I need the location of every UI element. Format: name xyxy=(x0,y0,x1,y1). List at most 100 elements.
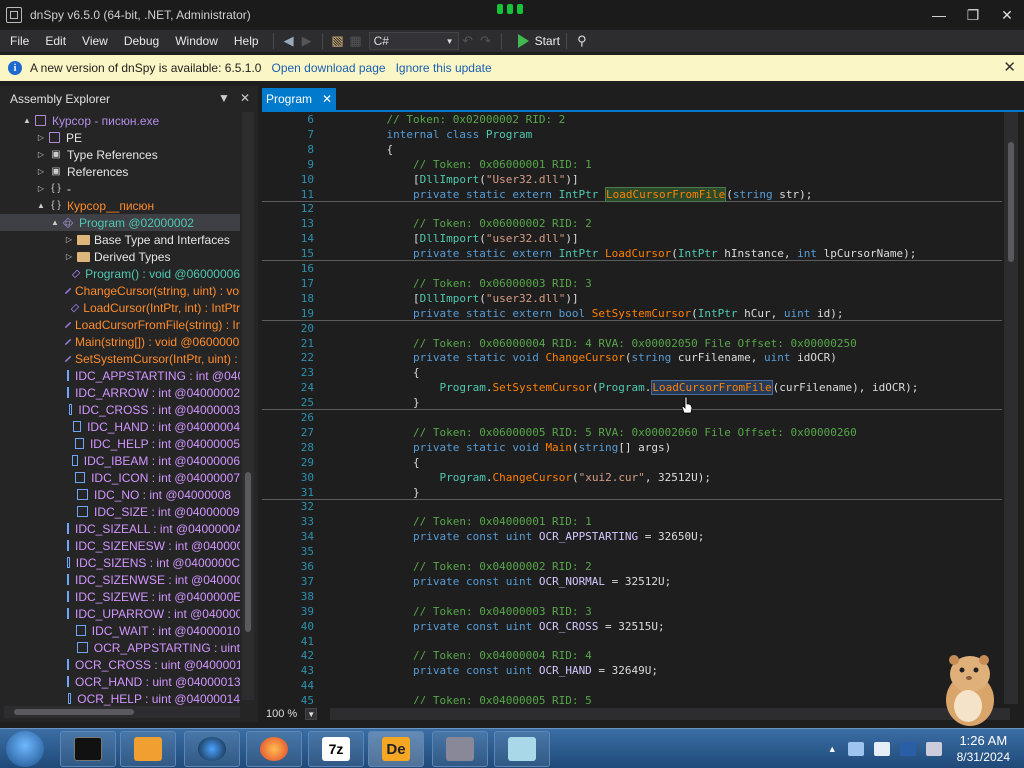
tree-item[interactable]: IDC_IBEAM : int @04000006 xyxy=(0,452,240,469)
tree-item[interactable]: IDC_HAND : int @04000004 xyxy=(0,418,240,435)
search-icon[interactable]: ⚲ xyxy=(573,32,591,50)
code-line[interactable]: 39 // Token: 0x04000003 RID: 3 xyxy=(262,604,1002,619)
tree-item[interactable]: IDC_CROSS : int @04000003 xyxy=(0,401,240,418)
code-line[interactable]: 12 xyxy=(262,201,1002,216)
code-line[interactable]: 27 // Token: 0x06000005 RID: 5 RVA: 0x00… xyxy=(262,425,1002,440)
code-line[interactable]: 36 // Token: 0x04000002 RID: 2 xyxy=(262,559,1002,574)
tree-item[interactable]: Program() : void @06000006 xyxy=(0,265,240,282)
code-line[interactable]: 22 private static void ChangeCursor(stri… xyxy=(262,350,1002,365)
save-icon[interactable]: ▦ xyxy=(347,32,365,50)
tree-item[interactable]: IDC_HELP : int @04000005 xyxy=(0,435,240,452)
tree-item[interactable]: IDC_SIZEWE : int @0400000E xyxy=(0,588,240,605)
code-line[interactable]: 40 private const uint OCR_CROSS = 32515U… xyxy=(262,619,1002,634)
tree-expander-icon[interactable]: ▷ xyxy=(36,167,46,176)
close-button[interactable]: ✕ xyxy=(990,0,1024,30)
taskbar-terminal[interactable] xyxy=(60,731,116,767)
tree-item[interactable]: ChangeCursor(string, uint) : void xyxy=(0,282,240,299)
code-line[interactable]: 34 private const uint OCR_APPSTARTING = … xyxy=(262,529,1002,544)
tree-item[interactable]: SetSystemCursor(IntPtr, uint) : bool xyxy=(0,350,240,367)
tree-expander-icon[interactable]: ▷ xyxy=(36,184,46,193)
code-line[interactable]: 20 xyxy=(262,321,1002,336)
taskbar-clock[interactable]: 1:26 AM 8/31/2024 xyxy=(957,733,1010,765)
menu-view[interactable]: View xyxy=(74,34,116,48)
tree-item[interactable]: ▷ ▣ Type References xyxy=(0,146,240,163)
tray-expand-icon[interactable]: ▲ xyxy=(828,744,837,754)
menu-debug[interactable]: Debug xyxy=(116,34,167,48)
taskbar-7zip[interactable]: 7z xyxy=(308,731,364,767)
tree-item[interactable]: OCR_CROSS : uint @04000012 xyxy=(0,656,240,673)
code-line[interactable]: 29 { xyxy=(262,455,1002,470)
tree-item[interactable]: IDC_ICON : int @04000007 xyxy=(0,469,240,486)
code-line[interactable]: 35 xyxy=(262,544,1002,559)
editor-vertical-scrollbar[interactable] xyxy=(1004,112,1018,704)
zoom-control[interactable]: 100 % ▼ xyxy=(262,706,322,722)
code-line[interactable]: 9 // Token: 0x06000001 RID: 1 xyxy=(262,157,1002,172)
tree-item[interactable]: IDC_NO : int @04000008 xyxy=(0,486,240,503)
tree-item[interactable]: LoadCursor(IntPtr, int) : IntPtr xyxy=(0,299,240,316)
code-line[interactable]: 13 // Token: 0x06000002 RID: 2 xyxy=(262,216,1002,231)
tree-expander-icon[interactable]: ▲ xyxy=(22,116,32,125)
code-line[interactable]: 32 xyxy=(262,499,1002,514)
back-icon[interactable]: ◀ xyxy=(280,32,298,50)
code-line[interactable]: 30 Program.ChangeCursor("xui2.cur", 3251… xyxy=(262,470,1002,485)
tree-item[interactable]: Main(string[]) : void @06000005 xyxy=(0,333,240,350)
code-line[interactable]: 26 xyxy=(262,410,1002,425)
tree-expander-icon[interactable]: ▷ xyxy=(36,133,46,142)
tray-network-icon[interactable] xyxy=(847,742,864,756)
code-line[interactable]: 37 private const uint OCR_NORMAL = 32512… xyxy=(262,574,1002,589)
taskbar-globe[interactable] xyxy=(184,731,240,767)
tree-item[interactable]: IDC_SIZE : int @04000009 xyxy=(0,503,240,520)
code-line[interactable]: 17 // Token: 0x06000003 RID: 3 xyxy=(262,276,1002,291)
taskbar-media-player[interactable] xyxy=(120,731,176,767)
explorer-vertical-scrollbar[interactable] xyxy=(242,112,254,700)
tree-item[interactable]: OCR_HAND : uint @04000013 xyxy=(0,673,240,690)
tree-item[interactable]: ▷ { } - xyxy=(0,180,240,197)
tree-item[interactable]: OCR_HELP : uint @04000014 xyxy=(0,690,240,706)
forward-icon[interactable]: ▶ xyxy=(298,32,316,50)
tray-display-icon[interactable] xyxy=(899,742,916,756)
maximize-button[interactable]: ❐ xyxy=(956,0,990,30)
tree-item[interactable]: IDC_SIZENWSE : int @0400000D xyxy=(0,571,240,588)
minimize-button[interactable]: — xyxy=(922,0,956,30)
code-line[interactable]: 8 { xyxy=(262,142,1002,157)
open-folder-icon[interactable]: ▧ xyxy=(329,32,347,50)
code-line[interactable]: 38 xyxy=(262,589,1002,604)
menu-help[interactable]: Help xyxy=(226,34,267,48)
editor-horizontal-scrollbar[interactable] xyxy=(330,708,1010,720)
tray-monitor-icon[interactable] xyxy=(873,742,890,756)
tab-program[interactable]: Program ✕ xyxy=(262,88,336,110)
tree-expander-icon[interactable]: ▷ xyxy=(64,235,74,244)
language-select[interactable]: C# ▼ xyxy=(368,32,459,50)
code-line[interactable]: 28 private static void Main(string[] arg… xyxy=(262,440,1002,455)
code-line[interactable]: 6 // Token: 0x02000002 RID: 2 xyxy=(262,112,1002,127)
explorer-horizontal-scrollbar[interactable] xyxy=(4,706,240,718)
tree-item[interactable]: LoadCursorFromFile(string) : IntPtr xyxy=(0,316,240,333)
code-line[interactable]: 24 Program.SetSystemCursor(Program.LoadC… xyxy=(262,380,1002,396)
code-line[interactable]: 21 // Token: 0x06000004 RID: 4 RVA: 0x00… xyxy=(262,336,1002,351)
open-download-page-link[interactable]: Open download page xyxy=(271,61,385,75)
code-line[interactable]: 41 xyxy=(262,634,1002,649)
code-line[interactable]: 16 xyxy=(262,261,1002,276)
code-line[interactable]: 31 } xyxy=(262,485,1002,500)
code-line[interactable]: 25 } xyxy=(262,395,1002,411)
taskbar-firefox[interactable] xyxy=(246,731,302,767)
menu-file[interactable]: File xyxy=(0,34,37,48)
code-line[interactable]: 33 // Token: 0x04000001 RID: 1 xyxy=(262,514,1002,529)
tree-item[interactable]: IDC_ARROW : int @04000002 xyxy=(0,384,240,401)
taskbar-file-manager[interactable] xyxy=(432,731,488,767)
code-line[interactable]: 10 [DllImport("User32.dll")] xyxy=(262,172,1002,187)
tree-item[interactable]: IDC_APPSTARTING : int @04000001 xyxy=(0,367,240,384)
code-line[interactable]: 45 // Token: 0x04000005 RID: 5 xyxy=(262,693,1002,704)
menu-edit[interactable]: Edit xyxy=(37,34,74,48)
taskbar-decompiler[interactable]: De xyxy=(368,731,424,767)
tree-expander-icon[interactable]: ▲ xyxy=(50,218,60,227)
code-line[interactable]: 11 private static extern IntPtr LoadCurs… xyxy=(262,186,1002,202)
tree-item[interactable]: ▷ ▣ References xyxy=(0,163,240,180)
tree-item[interactable]: OCR_APPSTARTING : uint xyxy=(0,639,240,656)
tree-item[interactable]: IDC_SIZENESW : int @0400000B xyxy=(0,537,240,554)
tray-volume-icon[interactable] xyxy=(925,742,942,756)
tree-item[interactable]: IDC_SIZEALL : int @0400000A xyxy=(0,520,240,537)
undo-icon[interactable]: ↶ xyxy=(459,32,477,50)
code-line[interactable]: 43 private const uint OCR_HAND = 32649U; xyxy=(262,663,1002,678)
tree-item[interactable]: ▷ Base Type and Interfaces xyxy=(0,231,240,248)
